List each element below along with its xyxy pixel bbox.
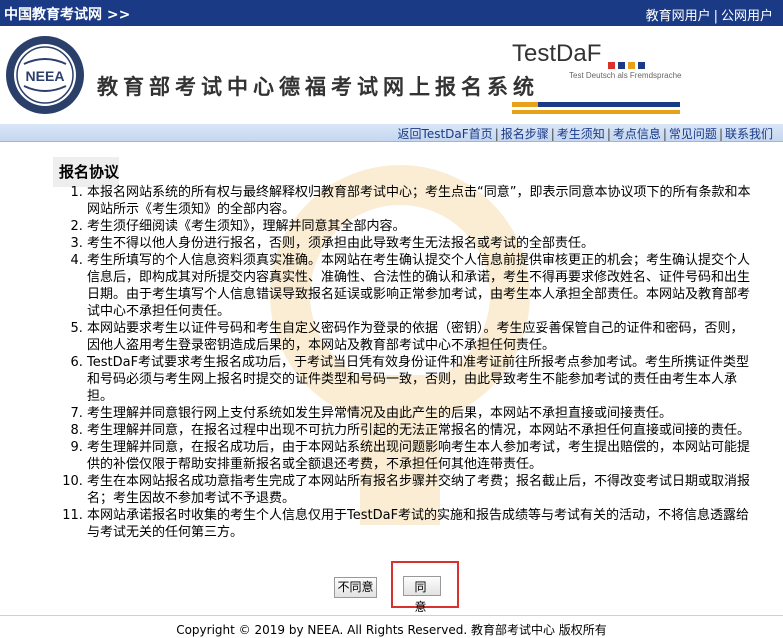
nav-sep: |: [494, 127, 499, 141]
nav-notice[interactable]: 考生须知: [557, 127, 605, 141]
list-item: 本网站承诺报名时收集的考生个人信息仅用于TestDaF考试的实施和报告成绩等与考…: [87, 507, 755, 541]
brand-square: [618, 62, 625, 69]
disagree-button[interactable]: 不同意: [334, 577, 377, 598]
nav-links: 返回TestDaF首页 | 报名步骤 | 考生须知 | 考点信息 | 常见问题 | 联系我们: [398, 125, 773, 142]
list-item: 考生不得以他人身份进行报名，否则，须承担由此导致考生无法报名或考试的全部责任。: [87, 235, 755, 252]
footer-copyright: Copyright © 2019 by NEEA. All Rights Res…: [176, 623, 607, 637]
neea-logo: NEEA: [6, 36, 84, 114]
site-link[interactable]: 中国教育考试网 >>: [4, 4, 130, 24]
nav-bar: 返回TestDaF首页 | 报名步骤 | 考生须知 | 考点信息 | 常见问题 | 联系我们: [0, 124, 783, 142]
list-item: 考生理解并同意银行网上支付系统如发生异常情况及由此产生的后果，本网站不承担直接或…: [87, 405, 755, 422]
list-item: 考生在本网站报名成功意指考生完成了本网站所有报名步骤并交纳了考费；报名截止后，不…: [87, 473, 755, 507]
nav-sites[interactable]: 考点信息: [613, 127, 661, 141]
edu-user-link[interactable]: 教育网用户: [646, 9, 711, 24]
nav-home[interactable]: 返回TestDaF首页: [398, 127, 493, 141]
top-bar: 中国教育考试网 >> 教育网用户 | 公网用户: [0, 0, 783, 26]
nav-contact[interactable]: 联系我们: [725, 127, 773, 141]
public-user-link[interactable]: 公网用户: [721, 9, 773, 24]
agreement-heading: 报名协议: [53, 157, 119, 187]
list-item: 考生理解并同意，在报名成功后，由于本网站系统出现问题影响考生本人参加考试，考生提…: [87, 439, 755, 473]
list-item: 本报名网站系统的所有权与最终解释权归教育部考试中心；考生点击“同意”，即表示同意…: [87, 184, 755, 218]
nav-steps[interactable]: 报名步骤: [501, 127, 549, 141]
nav-sep: |: [718, 127, 723, 141]
list-item: TestDaF考试要求考生报名成功后，于考试当日凭有效身份证件和准考证前往所报考…: [87, 354, 755, 405]
nav-sep: |: [606, 127, 611, 141]
stripe-orange: [512, 102, 538, 107]
header-banner: NEEA 教育部考试中心德福考试网上报名系统 TestDaF Test Deut…: [0, 26, 783, 124]
user-links: 教育网用户 | 公网用户: [646, 5, 773, 24]
nav-faq[interactable]: 常见问题: [669, 127, 717, 141]
stripe-blue: [538, 102, 680, 107]
brand-square: [628, 62, 635, 69]
agreement-list: 本报名网站系统的所有权与最终解释权归教育部考试中心；考生点击“同意”，即表示同意…: [65, 184, 755, 541]
brand-square: [608, 62, 615, 69]
list-item: 本网站要求考生以证件号码和考生自定义密码作为登录的依据（密钥）。考生应妥善保管自…: [87, 320, 755, 354]
brand-square: [638, 62, 645, 69]
nav-sep: |: [662, 127, 667, 141]
system-title: 教育部考试中心德福考试网上报名系统: [97, 74, 539, 99]
list-item: 考生理解并同意，在报名过程中出现不可抗力所引起的无法正常报名的情况，本网站不承担…: [87, 422, 755, 439]
agree-button[interactable]: 同意: [403, 576, 441, 614]
testdaf-logo: TestDaF Test Deutsch als Fremdsprache: [512, 38, 682, 98]
list-item: 考生须仔细阅读《考生须知》，理解并同意其全部内容。: [87, 218, 755, 235]
testdaf-brand: TestDaF: [512, 40, 602, 67]
list-item: 考生所填写的个人信息资料须真实准确。本网站在考生确认提交个人信息前提供审核更正的…: [87, 252, 755, 320]
logo-text: NEEA: [26, 68, 65, 84]
nav-sep: |: [550, 127, 555, 141]
separator: |: [713, 9, 718, 24]
footer-divider: [0, 615, 783, 616]
stripe-orange-2: [512, 110, 680, 114]
testdaf-subtitle: Test Deutsch als Fremdsprache: [569, 71, 682, 80]
